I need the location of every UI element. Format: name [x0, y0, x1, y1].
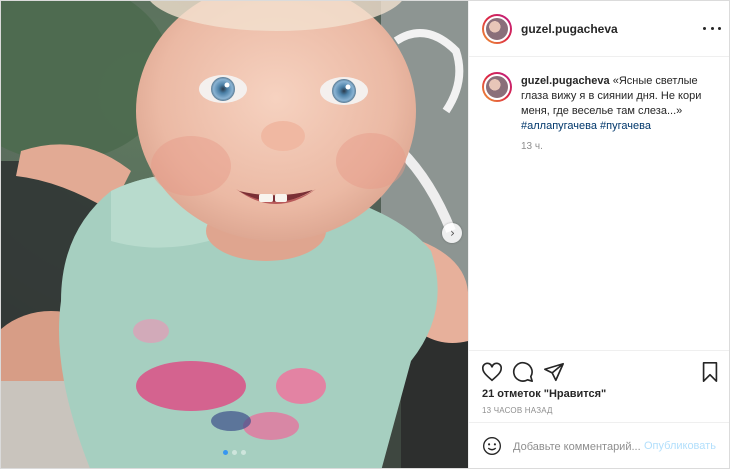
hashtag-link[interactable]: #пугачева: [600, 120, 651, 132]
hashtag-link[interactable]: #аллапугачева: [521, 120, 597, 132]
carousel-indicator: [223, 450, 246, 455]
post-side-panel: guzel.pugacheva guzel.pugacheva «Ясные с…: [468, 1, 729, 468]
post-time[interactable]: 13 ЧАСОВ НАЗАД: [482, 406, 553, 415]
caption-avatar[interactable]: [482, 72, 512, 102]
post-dialog: › guzel.pugacheva guzel.pugacheva «Ясные…: [0, 0, 730, 469]
carousel-dot: [241, 450, 246, 455]
smiley-icon[interactable]: [482, 436, 502, 456]
avatar[interactable]: [482, 14, 512, 44]
post-header: guzel.pugacheva: [469, 1, 729, 57]
avatar-image: [484, 16, 510, 42]
likes-count[interactable]: 21 отметок "Нравится": [482, 388, 606, 400]
baby-photo: [1, 1, 468, 468]
publish-button[interactable]: Опубликовать: [644, 440, 716, 452]
heart-icon[interactable]: [481, 361, 503, 383]
comment-input[interactable]: [513, 438, 641, 456]
speech-bubble-icon[interactable]: [512, 361, 534, 383]
caption-username[interactable]: guzel.pugacheva: [521, 75, 610, 87]
carousel-dot: [232, 450, 237, 455]
post-photo[interactable]: ›: [1, 1, 468, 468]
caption-text-block: guzel.pugacheva «Ясные светлые глаза виж…: [521, 74, 721, 134]
carousel-dot: [223, 450, 228, 455]
paper-plane-icon[interactable]: [543, 361, 565, 383]
more-horizontal-icon[interactable]: [703, 21, 721, 35]
header-username[interactable]: guzel.pugacheva: [521, 22, 618, 36]
caption-timestamp[interactable]: 13 ч.: [521, 141, 543, 152]
avatar-image: [484, 74, 510, 100]
post-caption: guzel.pugacheva «Ясные светлые глаза виж…: [469, 57, 729, 350]
chevron-right-icon: ›: [450, 226, 455, 240]
bookmark-icon[interactable]: [699, 361, 721, 383]
action-bar: [469, 350, 729, 390]
next-photo-button[interactable]: ›: [442, 223, 462, 243]
comment-bar: Опубликовать: [469, 422, 729, 468]
